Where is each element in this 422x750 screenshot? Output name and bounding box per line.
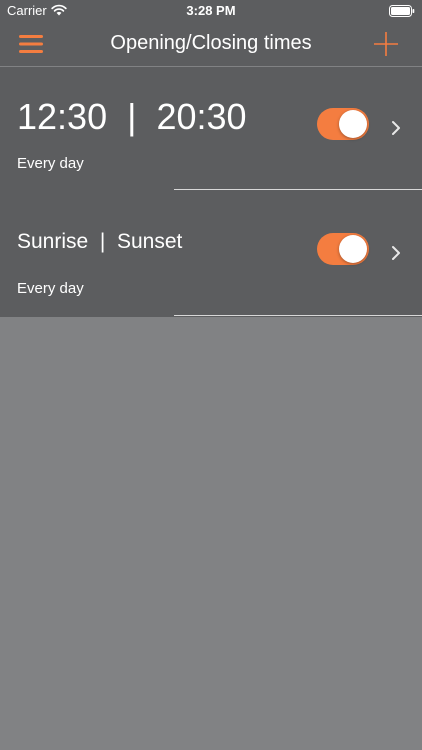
hamburger-menu-icon — [19, 35, 43, 53]
menu-button[interactable] — [19, 33, 45, 55]
schedule-toggle[interactable] — [317, 233, 369, 265]
navigation-bar: Opening/Closing times — [0, 22, 422, 66]
page-title: Opening/Closing times — [110, 32, 312, 54]
chevron-right-icon — [392, 246, 400, 260]
toggle-knob — [339, 110, 367, 138]
schedule-list: 12:30 | 20:30 Every day Sunrise | Sunset… — [0, 67, 422, 317]
row-separator — [174, 315, 422, 316]
toggle-knob — [339, 235, 367, 263]
plus-icon — [374, 32, 398, 56]
status-bar: Carrier 3:28 PM — [0, 0, 422, 22]
status-time: 3:28 PM — [186, 3, 236, 18]
battery-icon — [389, 5, 415, 17]
chevron-right-icon — [392, 121, 400, 135]
schedule-row[interactable]: Sunrise | Sunset Every day — [0, 191, 422, 317]
add-schedule-button[interactable] — [373, 31, 399, 57]
row-separator — [174, 189, 422, 190]
schedule-toggle[interactable] — [317, 108, 369, 140]
schedule-repeat-label: Every day — [17, 280, 84, 297]
schedule-row[interactable]: 12:30 | 20:30 Every day — [0, 67, 422, 191]
schedule-repeat-label: Every day — [17, 155, 84, 172]
schedule-time-range: 12:30 | 20:30 — [17, 96, 247, 137]
screen: Carrier 3:28 PM Opening/Closing times 12… — [0, 0, 422, 750]
schedule-time-range: Sunrise | Sunset — [17, 230, 183, 253]
